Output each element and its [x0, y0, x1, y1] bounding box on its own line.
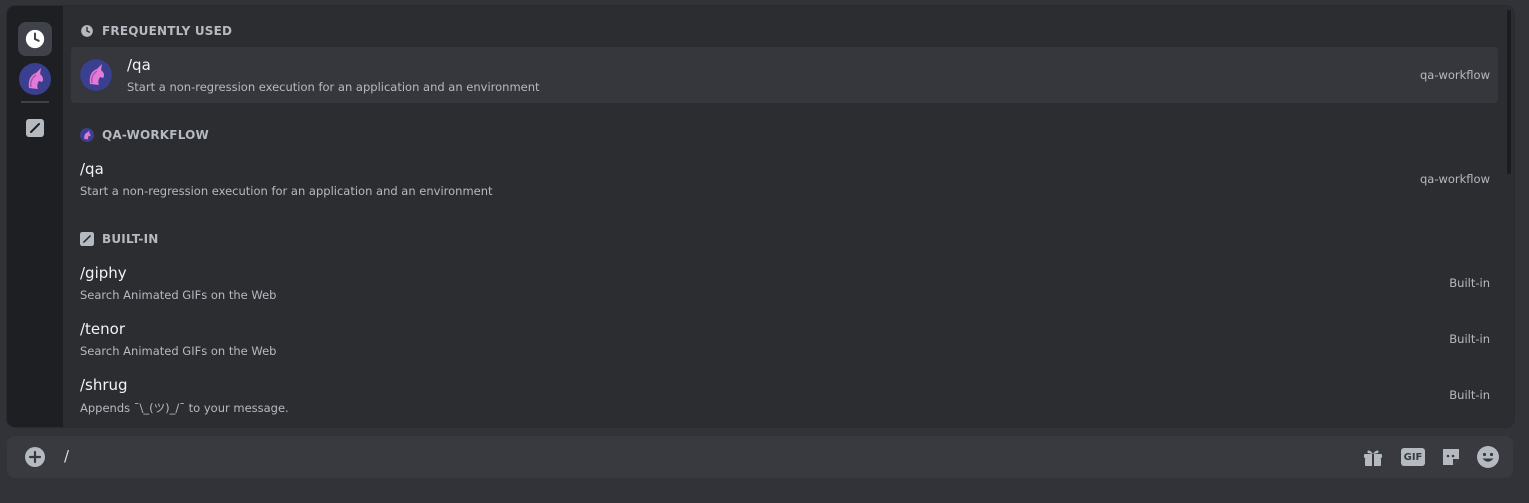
emoji-icon — [1477, 446, 1499, 468]
scrollbar[interactable] — [1507, 10, 1511, 174]
command-name: /tenor — [80, 320, 126, 338]
command-name: /qa — [127, 56, 151, 74]
command-description: Search Animated GIFs on the Web — [80, 288, 277, 302]
command-source: qa-workflow — [1419, 172, 1490, 186]
command-description: Start a non-regression execution for an … — [127, 80, 540, 94]
command-row-tenor[interactable]: /tenor Search Animated GIFs on the Web B… — [71, 311, 1498, 367]
command-description: Appends ¯\_(ツ)_/¯ to your message. — [80, 401, 289, 415]
builtin-slash-icon — [80, 232, 94, 246]
command-description: Search Animated GIFs on the Web — [80, 344, 277, 358]
unicorn-avatar-icon — [19, 63, 51, 95]
command-category-rail — [7, 6, 63, 427]
clock-icon — [81, 25, 93, 37]
command-name: /shrug — [80, 376, 128, 394]
emoji-button[interactable] — [1476, 445, 1500, 469]
section-title: FREQUENTLY USED — [102, 24, 233, 38]
section-header-frequently-used: FREQUENTLY USED — [80, 21, 232, 41]
command-name: /giphy — [80, 264, 127, 282]
rail-built-in[interactable] — [18, 111, 52, 145]
unicorn-avatar-icon — [80, 128, 94, 142]
unicorn-avatar-icon — [80, 59, 112, 91]
rail-frequently-used[interactable] — [18, 22, 52, 56]
command-name: /qa — [80, 160, 104, 178]
command-row-giphy[interactable]: /giphy Search Animated GIFs on the Web B… — [71, 255, 1498, 311]
section-title: BUILT-IN — [102, 232, 159, 246]
rail-separator — [21, 101, 49, 103]
slash-command-popup: FREQUENTLY USED /qa Start a non-regressi… — [7, 6, 1514, 427]
gift-button[interactable] — [1361, 445, 1385, 469]
gif-label: GIF — [1403, 451, 1423, 463]
clock-icon — [25, 29, 45, 49]
section-title: QA-WORKFLOW — [102, 128, 209, 142]
gif-icon: GIF — [1401, 448, 1425, 466]
command-row-qa[interactable]: /qa Start a non-regression execution for… — [71, 151, 1498, 207]
command-list: FREQUENTLY USED /qa Start a non-regressi… — [63, 6, 1502, 427]
message-input[interactable]: / — [64, 447, 69, 465]
command-source: Built-in — [1449, 276, 1490, 290]
section-header-built-in: BUILT-IN — [80, 229, 159, 249]
message-composer: / GIF — [7, 436, 1513, 478]
section-header-qa-workflow: QA-WORKFLOW — [80, 125, 209, 145]
gif-button[interactable]: GIF — [1400, 445, 1426, 469]
command-row-shrug[interactable]: /shrug Appends ¯\_(ツ)_/¯ to your message… — [71, 367, 1498, 423]
command-source: Built-in — [1449, 388, 1490, 402]
command-row-frequent-qa[interactable]: /qa Start a non-regression execution for… — [71, 47, 1498, 103]
command-description: Start a non-regression execution for an … — [80, 184, 493, 198]
sticker-button[interactable] — [1439, 445, 1463, 469]
upload-button[interactable] — [24, 446, 46, 468]
plus-circle-icon — [25, 447, 45, 467]
command-source: Built-in — [1449, 332, 1490, 346]
sticker-icon — [1443, 449, 1459, 465]
command-source: qa-workflow — [1419, 68, 1490, 82]
builtin-slash-icon — [26, 119, 44, 137]
gift-icon — [1364, 450, 1382, 466]
rail-qa-workflow[interactable] — [18, 62, 52, 96]
qa-workflow-avatar — [80, 59, 112, 91]
